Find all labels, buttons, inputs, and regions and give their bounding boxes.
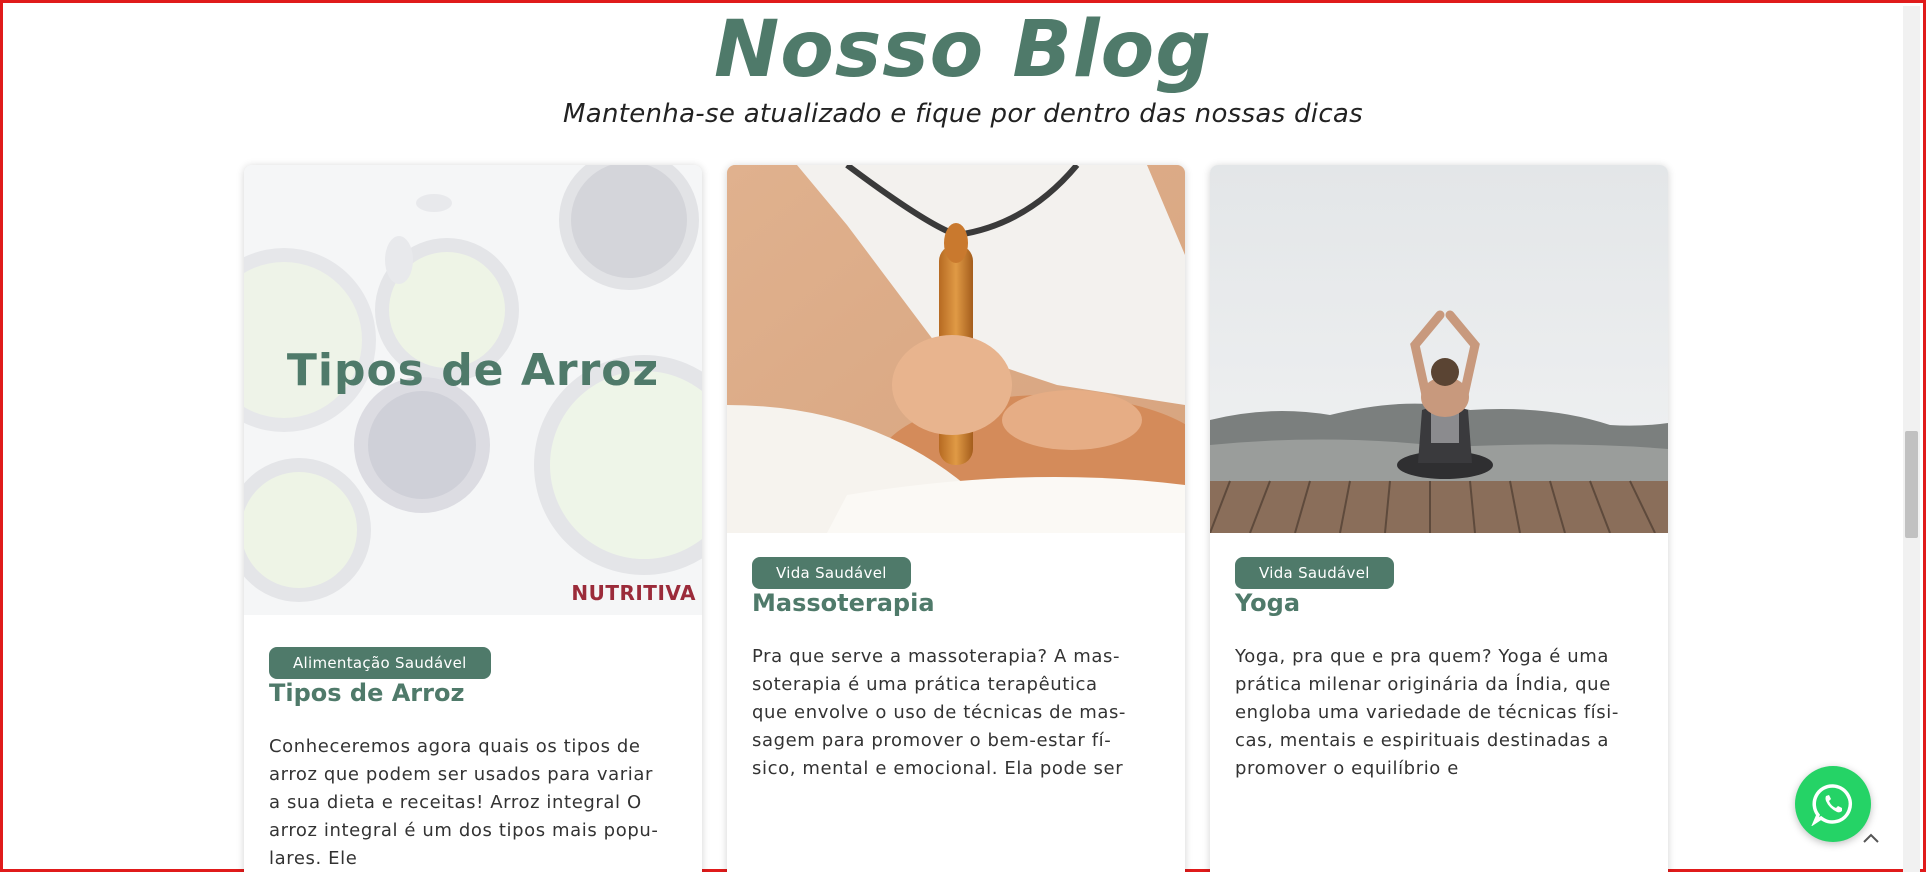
category-badge[interactable]: Alimentação Saudável: [269, 647, 491, 679]
excerpt-line: arroz que podem ser usados para variar: [269, 764, 653, 785]
excerpt-line: cas, mentais e espirituais destinadas a: [1235, 730, 1609, 751]
excerpt-line: sico, mental e emocional. Ela pode ser: [752, 758, 1124, 779]
massage-image: [727, 165, 1185, 533]
chevron-up-icon: [1863, 833, 1879, 843]
excerpt-line: sagem para promover o bem-estar fí-: [752, 730, 1112, 751]
excerpt-line: a sua dieta e receitas! Arroz integral O: [269, 792, 642, 813]
post-thumbnail[interactable]: [727, 165, 1185, 533]
category-badge[interactable]: Vida Saudável: [1235, 557, 1394, 589]
post-title[interactable]: Yoga: [1235, 589, 1300, 617]
nutritiva-logo: NUTRITIVA: [571, 581, 696, 605]
post-thumbnail[interactable]: [1210, 165, 1668, 533]
blog-card[interactable]: Tipos de Arroz NUTRITIVA Alimentação Sau…: [244, 165, 702, 872]
scrollbar-thumb[interactable]: [1905, 431, 1918, 538]
section-title: Nosso Blog: [713, 5, 1213, 95]
post-title[interactable]: Tipos de Arroz: [269, 679, 464, 707]
category-badge[interactable]: Vida Saudável: [752, 557, 911, 589]
yoga-image: [1210, 165, 1668, 533]
logo-text: NUTRITIVA: [571, 581, 696, 605]
excerpt-line: Pra que serve a massoterapia? A mas-: [752, 646, 1121, 667]
section-subtitle: Mantenha-se atualizado e fique por dentr…: [562, 99, 1363, 129]
post-excerpt: Pra que serve a massoterapia? A mas- sot…: [752, 643, 1164, 783]
excerpt-line: Conheceremos agora quais os tipos de: [269, 736, 641, 757]
post-excerpt: Yoga, pra que e pra quem? Yoga é uma prá…: [1235, 643, 1647, 783]
whatsapp-icon: [1811, 784, 1853, 826]
excerpt-line: soterapia é uma prática terapêutica: [752, 674, 1098, 695]
blog-card[interactable]: Vida Saudável Yoga Yoga, pra que e pra q…: [1210, 165, 1668, 872]
excerpt-line: lares. Ele: [269, 848, 358, 869]
scroll-to-top-button[interactable]: [1859, 827, 1883, 851]
excerpt-line: Yoga, pra que e pra quem? Yoga é uma: [1235, 646, 1609, 667]
excerpt-line: engloba uma variedade de técnicas físi-: [1235, 702, 1619, 723]
excerpt-line: prática milenar originária da Índia, que: [1235, 674, 1611, 695]
excerpt-line: que envolve o uso de técnicas de mas-: [752, 702, 1127, 723]
excerpt-line: promover o equilíbrio e: [1235, 758, 1459, 779]
excerpt-line: arroz integral é um dos tipos mais popu-: [269, 820, 659, 841]
image-heading: Tipos de Arroz: [286, 345, 660, 396]
blog-card[interactable]: Vida Saudável Massoterapia Pra que serve…: [727, 165, 1185, 872]
post-title[interactable]: Massoterapia: [752, 589, 935, 617]
post-thumbnail[interactable]: Tipos de Arroz NUTRITIVA: [244, 165, 702, 615]
post-excerpt: Conheceremos agora quais os tipos de arr…: [269, 733, 681, 872]
page-scrollbar[interactable]: [1903, 6, 1920, 872]
